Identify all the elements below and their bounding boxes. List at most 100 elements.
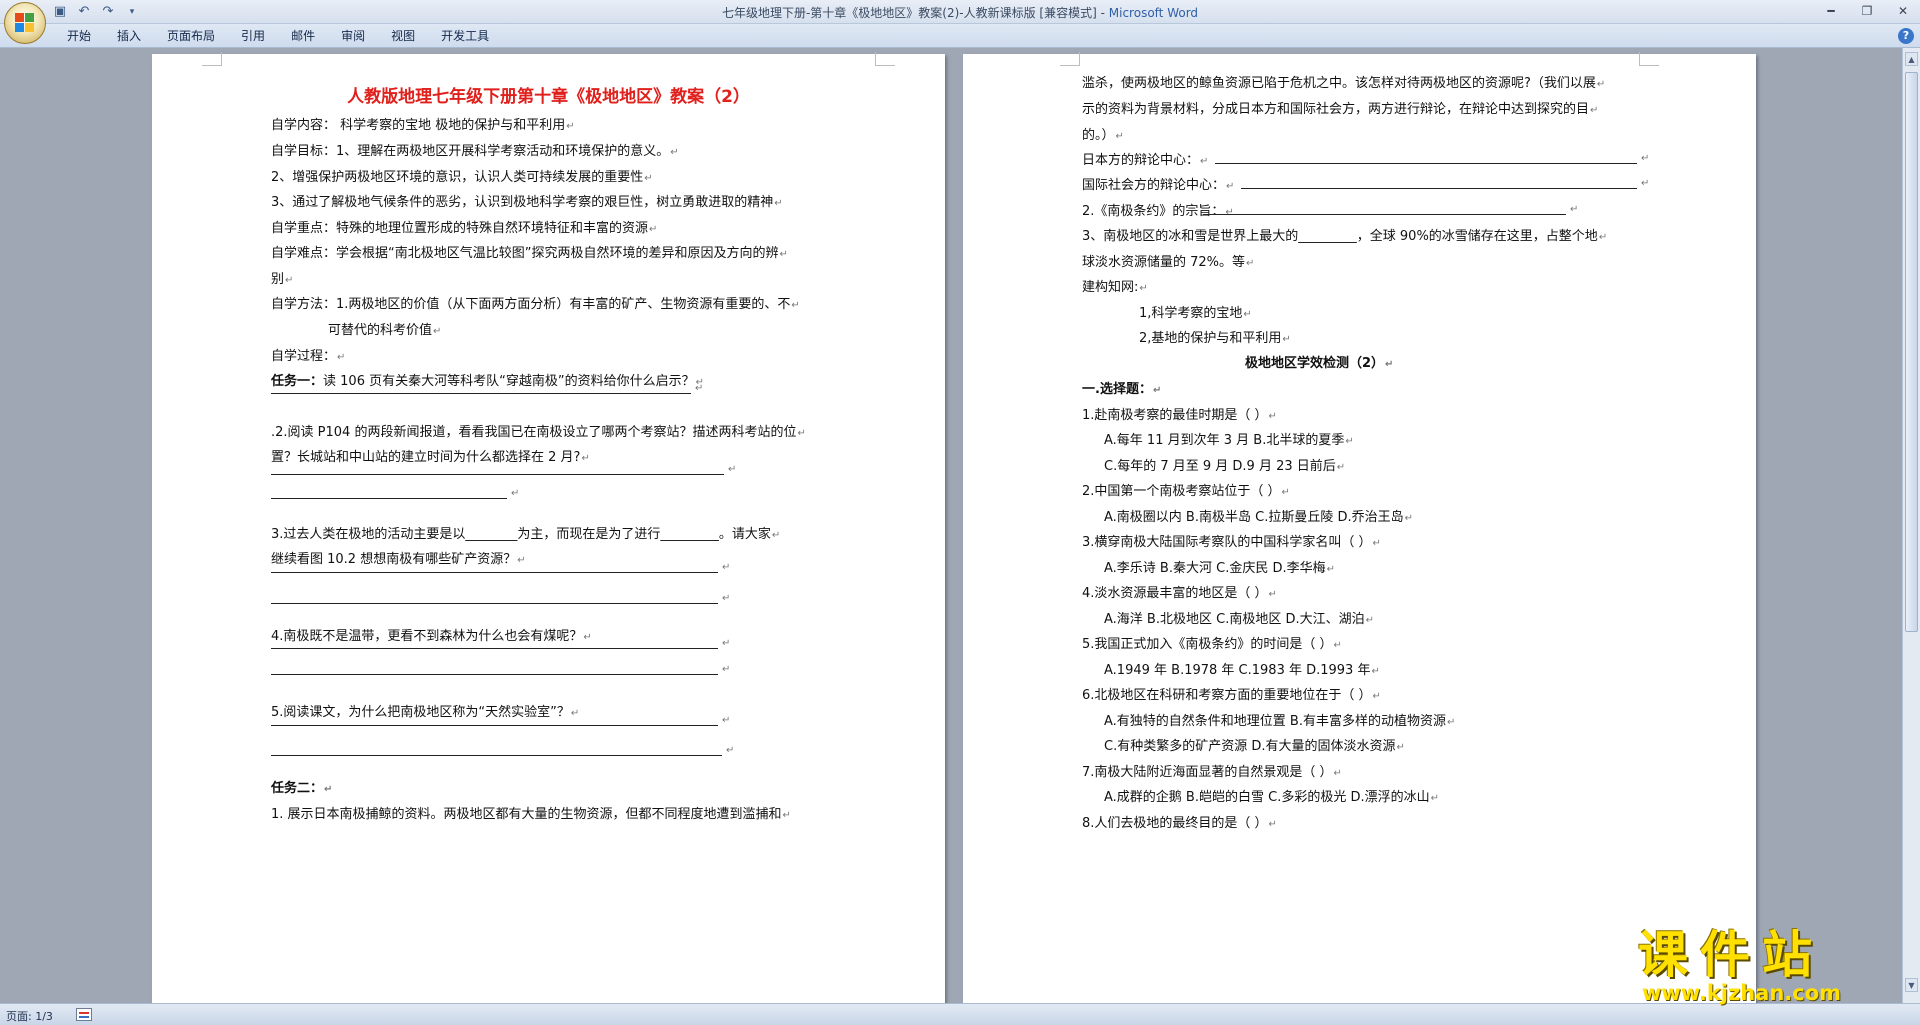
paragraph-mark-icon: ↵ — [517, 555, 526, 566]
tab-review[interactable]: 审阅 — [328, 28, 378, 44]
paragraph-mark-icon: ↵ — [1372, 538, 1381, 549]
window-controls: ━ ❐ ✕ — [1820, 2, 1914, 20]
text-line: 4.淡水资源最丰富的地区是（ ）↵ — [1082, 586, 1277, 601]
margin-mark — [202, 52, 222, 66]
answer-line — [1241, 188, 1637, 189]
tab-developer[interactable]: 开发工具 — [428, 28, 502, 44]
text-line: 3.横穿南极大陆国际考察队的中国科学家名叫（ ）↵ — [1082, 535, 1381, 550]
text-line: 置？长城站和中山站的建立时间为什么都选择在 2 月?↵ — [271, 450, 590, 465]
text-line: A.成群的企鹅 B.皑皑的白雪 C.多彩的极光 D.漂浮的冰山↵ — [1104, 790, 1439, 805]
document-page-2[interactable]: 滥杀，使两极地区的鲸鱼资源已陷于危机之中。该怎样对待两极地区的资源呢?（我们以展… — [963, 52, 1756, 1003]
scroll-down-icon[interactable]: ▼ — [1905, 978, 1918, 992]
paragraph-mark-icon: ↵ — [583, 632, 592, 643]
text-line: A.1949 年 B.1978 年 C.1983 年 D.1993 年↵ — [1104, 663, 1380, 678]
paragraph-mark-icon: ↵ — [797, 428, 806, 439]
text-line: 任务二：↵ — [271, 781, 333, 796]
title-bar: ▣ ↶ ↷ ▾ 七年级地理下册-第十章《极地地区》教案(2)-人教新课标版 [兼… — [0, 0, 1920, 44]
paragraph-mark-icon: ↵ — [771, 530, 781, 541]
answer-line — [271, 393, 691, 394]
tab-page-layout[interactable]: 页面布局 — [154, 28, 228, 44]
margin-mark — [875, 52, 895, 66]
paragraph-mark-icon: ↵ — [1268, 819, 1277, 830]
text-line: 4.南极既不是温带，更看不到森林为什么也会有煤呢？↵ — [271, 629, 592, 644]
text-line: 2,基地的保护与和平利用↵ — [1139, 331, 1291, 346]
document-page-1[interactable]: 人教版地理七年级下册第十章《极地地区》教案（2） 自学内容： 科学考察的宝地 极… — [152, 52, 945, 1003]
paragraph-mark-icon: ↵ — [1596, 79, 1606, 90]
paragraph-mark-icon: ↵ — [581, 453, 590, 464]
text-line: 自学难点：学会根据“南北极地区气温比较图”探究两极自然环境的差异和原因及方向的辨… — [271, 246, 788, 261]
app-name: Microsoft Word — [1108, 6, 1199, 20]
paragraph-mark-icon: ↵ — [782, 810, 791, 821]
office-button[interactable] — [4, 2, 46, 44]
proofing-icon[interactable] — [76, 1008, 92, 1021]
text-line: 3.过去人类在极地的活动主要是以________为主，而现在是为了进行_____… — [271, 527, 781, 542]
paragraph-mark-icon: ↵ — [722, 664, 731, 675]
vertical-scrollbar[interactable]: ▲ ▼ — [1902, 48, 1920, 1003]
answer-line — [1215, 163, 1637, 164]
paragraph-mark-icon: ↵ — [728, 464, 737, 475]
paragraph-mark-icon: ↵ — [1446, 717, 1456, 728]
text-line: 7.南极大陆附近海面显著的自然景观是（ ）↵ — [1082, 765, 1342, 780]
paragraph-mark-icon: ↵ — [1365, 615, 1374, 626]
paragraph-mark-icon: ↵ — [1115, 131, 1124, 142]
text-line: 自学方法：1.两极地区的价值（从下面两方面分析）有丰富的矿产、生物资源有重要的、… — [271, 297, 800, 312]
paragraph-mark-icon: ↵ — [1372, 691, 1381, 702]
text-line: A.李乐诗 B.秦大河 C.金庆民 D.李华梅↵ — [1104, 561, 1335, 576]
paragraph-mark-icon: ↵ — [1152, 385, 1162, 396]
paragraph-mark-icon: ↵ — [774, 198, 783, 209]
paragraph-mark-icon: ↵ — [722, 715, 731, 726]
text-line: 的。）↵ — [1082, 128, 1124, 143]
text-line: .2.阅读 P104 的两段新闻报道，看看我国已在南极设立了哪两个考察站？描述两… — [271, 425, 806, 440]
tab-view[interactable]: 视图 — [378, 28, 428, 44]
text-line: 国际社会方的辩论中心：↵ — [1082, 178, 1235, 193]
text-line: 建构知网:↵ — [1082, 280, 1148, 295]
watermark-title: 课件站 — [1638, 926, 1824, 984]
paragraph-mark-icon: ↵ — [1430, 793, 1439, 804]
text-line: 5.阅读课文，为什么把南极地区称为“天然实验室”？↵ — [271, 705, 580, 720]
paragraph-mark-icon: ↵ — [337, 352, 346, 363]
paragraph-mark-icon: ↵ — [1598, 232, 1608, 243]
restore-icon[interactable]: ❐ — [1856, 2, 1878, 20]
answer-line — [271, 498, 507, 499]
text-line: C.有种类繁多的矿产资源 D.有大量的固体淡水资源↵ — [1104, 739, 1405, 754]
document-title-heading: 人教版地理七年级下册第十章《极地地区》教案（2） — [347, 87, 750, 107]
document-workspace: 人教版地理七年级下册第十章《极地地区》教案（2） 自学内容： 科学考察的宝地 极… — [0, 48, 1902, 1003]
text-line: 一.选择题：↵ — [1082, 382, 1162, 397]
close-icon[interactable]: ✕ — [1892, 2, 1914, 20]
paragraph-mark-icon: ↵ — [649, 224, 658, 235]
tab-home[interactable]: 开始 — [54, 28, 104, 44]
answer-line — [271, 603, 718, 604]
scrollbar-thumb[interactable] — [1905, 72, 1918, 632]
paragraph-mark-icon: ↵ — [1396, 742, 1405, 753]
tab-mailings[interactable]: 邮件 — [278, 28, 328, 44]
document-title: 七年级地理下册-第十章《极地地区》教案(2)-人教新课标版 [兼容模式] — [721, 6, 1097, 20]
paragraph-mark-icon: ↵ — [1385, 359, 1394, 370]
paragraph-mark-icon: ↵ — [1570, 204, 1579, 215]
paragraph-mark-icon: ↵ — [1333, 640, 1342, 651]
text-line: A.南极圈以内 B.南极半岛 C.拉斯曼丘陵 D.乔治王岛↵ — [1104, 510, 1413, 525]
tab-references[interactable]: 引用 — [228, 28, 278, 44]
scroll-up-icon[interactable]: ▲ — [1905, 52, 1918, 66]
window-title: 七年级地理下册-第十章《极地地区》教案(2)-人教新课标版 [兼容模式] - M… — [721, 6, 1199, 20]
paragraph-mark-icon: ↵ — [1268, 589, 1277, 600]
answer-line — [271, 572, 718, 573]
paragraph-mark-icon: ↵ — [324, 784, 333, 795]
answer-line — [1203, 214, 1566, 215]
ribbon-tabs: 开始 插入 页面布局 引用 邮件 审阅 视图 开发工具 ? — [0, 24, 1920, 48]
text-line: 任务一：读 106 页有关秦大河等科考队“穿越南极”的资料给你什么启示？↵ — [271, 374, 704, 389]
paragraph-mark-icon: ↵ — [1590, 105, 1599, 116]
tab-insert[interactable]: 插入 — [104, 28, 154, 44]
paragraph-mark-icon: ↵ — [1226, 181, 1235, 192]
page-count[interactable]: 页面: 1/3 — [6, 1008, 53, 1024]
paragraph-mark-icon: ↵ — [722, 638, 731, 649]
paragraph-mark-icon: ↵ — [644, 173, 653, 184]
paragraph-mark-icon: ↵ — [1139, 283, 1148, 294]
text-line: 6.北极地区在科研和考察方面的重要地位在于（ ）↵ — [1082, 688, 1381, 703]
help-icon[interactable]: ? — [1898, 28, 1914, 44]
minimize-icon[interactable]: ━ — [1820, 2, 1842, 20]
text-line: 1,科学考察的宝地↵ — [1139, 306, 1252, 321]
paragraph-mark-icon: ↵ — [1326, 564, 1335, 575]
text-line: 自学内容： 科学考察的宝地 极地的保护与和平利用↵ — [271, 118, 575, 133]
text-line: 自学目标：1、理解在两极地区开展科学考察活动和环境保护的意义。↵ — [271, 144, 679, 159]
text-line: 2.中国第一个南极考察站位于（ ）↵ — [1082, 484, 1290, 499]
